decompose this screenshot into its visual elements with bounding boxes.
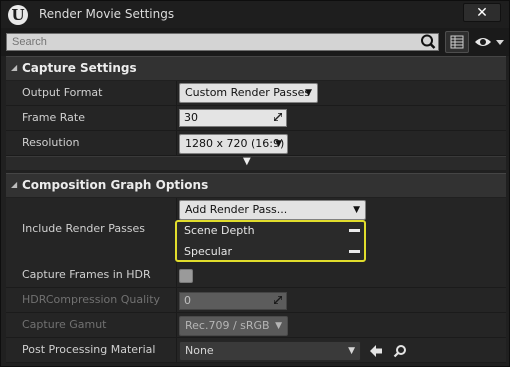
capture-hdr-checkbox[interactable] bbox=[179, 269, 193, 283]
grid-icon bbox=[450, 35, 464, 49]
output-format-label: Output Format bbox=[22, 86, 103, 99]
post-processing-value: None bbox=[185, 344, 214, 357]
collapse-triangle-icon: ◢ bbox=[11, 63, 18, 72]
divider bbox=[176, 131, 177, 155]
divider bbox=[176, 313, 177, 337]
add-render-pass-label: Add Render Pass... bbox=[185, 203, 288, 216]
render-pass-list: Scene Depth Specular bbox=[175, 220, 366, 262]
unreal-logo-icon: U bbox=[8, 5, 28, 25]
section-title: Capture Settings bbox=[22, 61, 137, 75]
resolution-dropdown[interactable]: 1280 x 720 (16:9) ▼ bbox=[179, 134, 288, 154]
hdr-quality-label: HDRCompression Quality bbox=[22, 293, 161, 306]
divider bbox=[176, 263, 177, 287]
frame-rate-label: Frame Rate bbox=[22, 111, 85, 124]
resolution-label: Resolution bbox=[22, 136, 80, 149]
eye-icon bbox=[475, 38, 504, 46]
resize-arrow-icon bbox=[274, 113, 282, 121]
divider bbox=[176, 81, 177, 105]
output-format-value: Custom Render Passes bbox=[185, 86, 311, 99]
post-processing-dropdown[interactable]: None ▼ bbox=[179, 341, 361, 361]
chevron-down-icon: ▼ bbox=[275, 321, 282, 331]
section-title: Composition Graph Options bbox=[22, 178, 209, 192]
output-format-dropdown[interactable]: Custom Render Passes ▼ bbox=[179, 83, 318, 103]
search-input[interactable] bbox=[6, 33, 439, 51]
capture-gamut-value: Rec.709 / sRGB bbox=[185, 319, 270, 332]
capture-gamut-label: Capture Gamut bbox=[22, 318, 107, 331]
render-pass-item: Scene Depth bbox=[184, 224, 255, 237]
capture-settings-header[interactable]: ◢ Capture Settings bbox=[6, 56, 506, 80]
advanced-expand-bar[interactable]: ▼ bbox=[6, 156, 506, 170]
divider bbox=[176, 288, 177, 312]
collapse-triangle-icon: ◢ bbox=[11, 180, 18, 189]
frame-rate-value: 30 bbox=[184, 111, 198, 124]
window-title: Render Movie Settings bbox=[39, 7, 175, 21]
capture-hdr-row: Capture Frames in HDR bbox=[6, 263, 506, 288]
hdr-quality-value: 0 bbox=[184, 294, 191, 307]
divider bbox=[176, 338, 177, 362]
view-options-button[interactable] bbox=[473, 31, 507, 53]
frame-rate-input[interactable]: 30 bbox=[179, 109, 287, 127]
search-icon[interactable] bbox=[419, 33, 437, 51]
close-button[interactable]: ✕ bbox=[463, 3, 501, 22]
property-matrix-button[interactable] bbox=[445, 31, 469, 53]
include-render-passes-label: Include Render Passes bbox=[22, 222, 146, 235]
post-processing-label: Post Processing Material bbox=[22, 343, 156, 356]
chevron-down-icon: ▼ bbox=[243, 156, 251, 167]
chevron-down-icon: ▼ bbox=[305, 88, 312, 98]
hdr-quality-input[interactable]: 0 bbox=[179, 292, 287, 310]
capture-gamut-dropdown[interactable]: Rec.709 / sRGB ▼ bbox=[179, 316, 288, 336]
chevron-down-icon: ▼ bbox=[353, 205, 360, 215]
chevron-down-icon: ▼ bbox=[348, 346, 355, 356]
use-selected-arrow-icon[interactable] bbox=[369, 344, 383, 358]
remove-icon[interactable] bbox=[349, 250, 360, 253]
divider bbox=[176, 106, 177, 130]
composition-graph-options-header[interactable]: ◢ Composition Graph Options bbox=[6, 173, 506, 197]
title-bar: U Render Movie Settings ✕ bbox=[1, 1, 509, 28]
add-render-pass-dropdown[interactable]: Add Render Pass... ▼ bbox=[179, 200, 366, 220]
render-movie-settings-window: U Render Movie Settings ✕ ◢ Capture Sett… bbox=[0, 0, 510, 367]
resolution-value: 1280 x 720 (16:9) bbox=[185, 137, 285, 150]
chevron-down-icon: ▼ bbox=[275, 139, 282, 149]
capture-hdr-label: Capture Frames in HDR bbox=[22, 268, 151, 281]
resize-arrow-icon bbox=[274, 296, 282, 304]
render-pass-item: Specular bbox=[184, 245, 233, 258]
remove-icon[interactable] bbox=[349, 229, 360, 232]
browse-search-icon[interactable] bbox=[393, 344, 407, 358]
